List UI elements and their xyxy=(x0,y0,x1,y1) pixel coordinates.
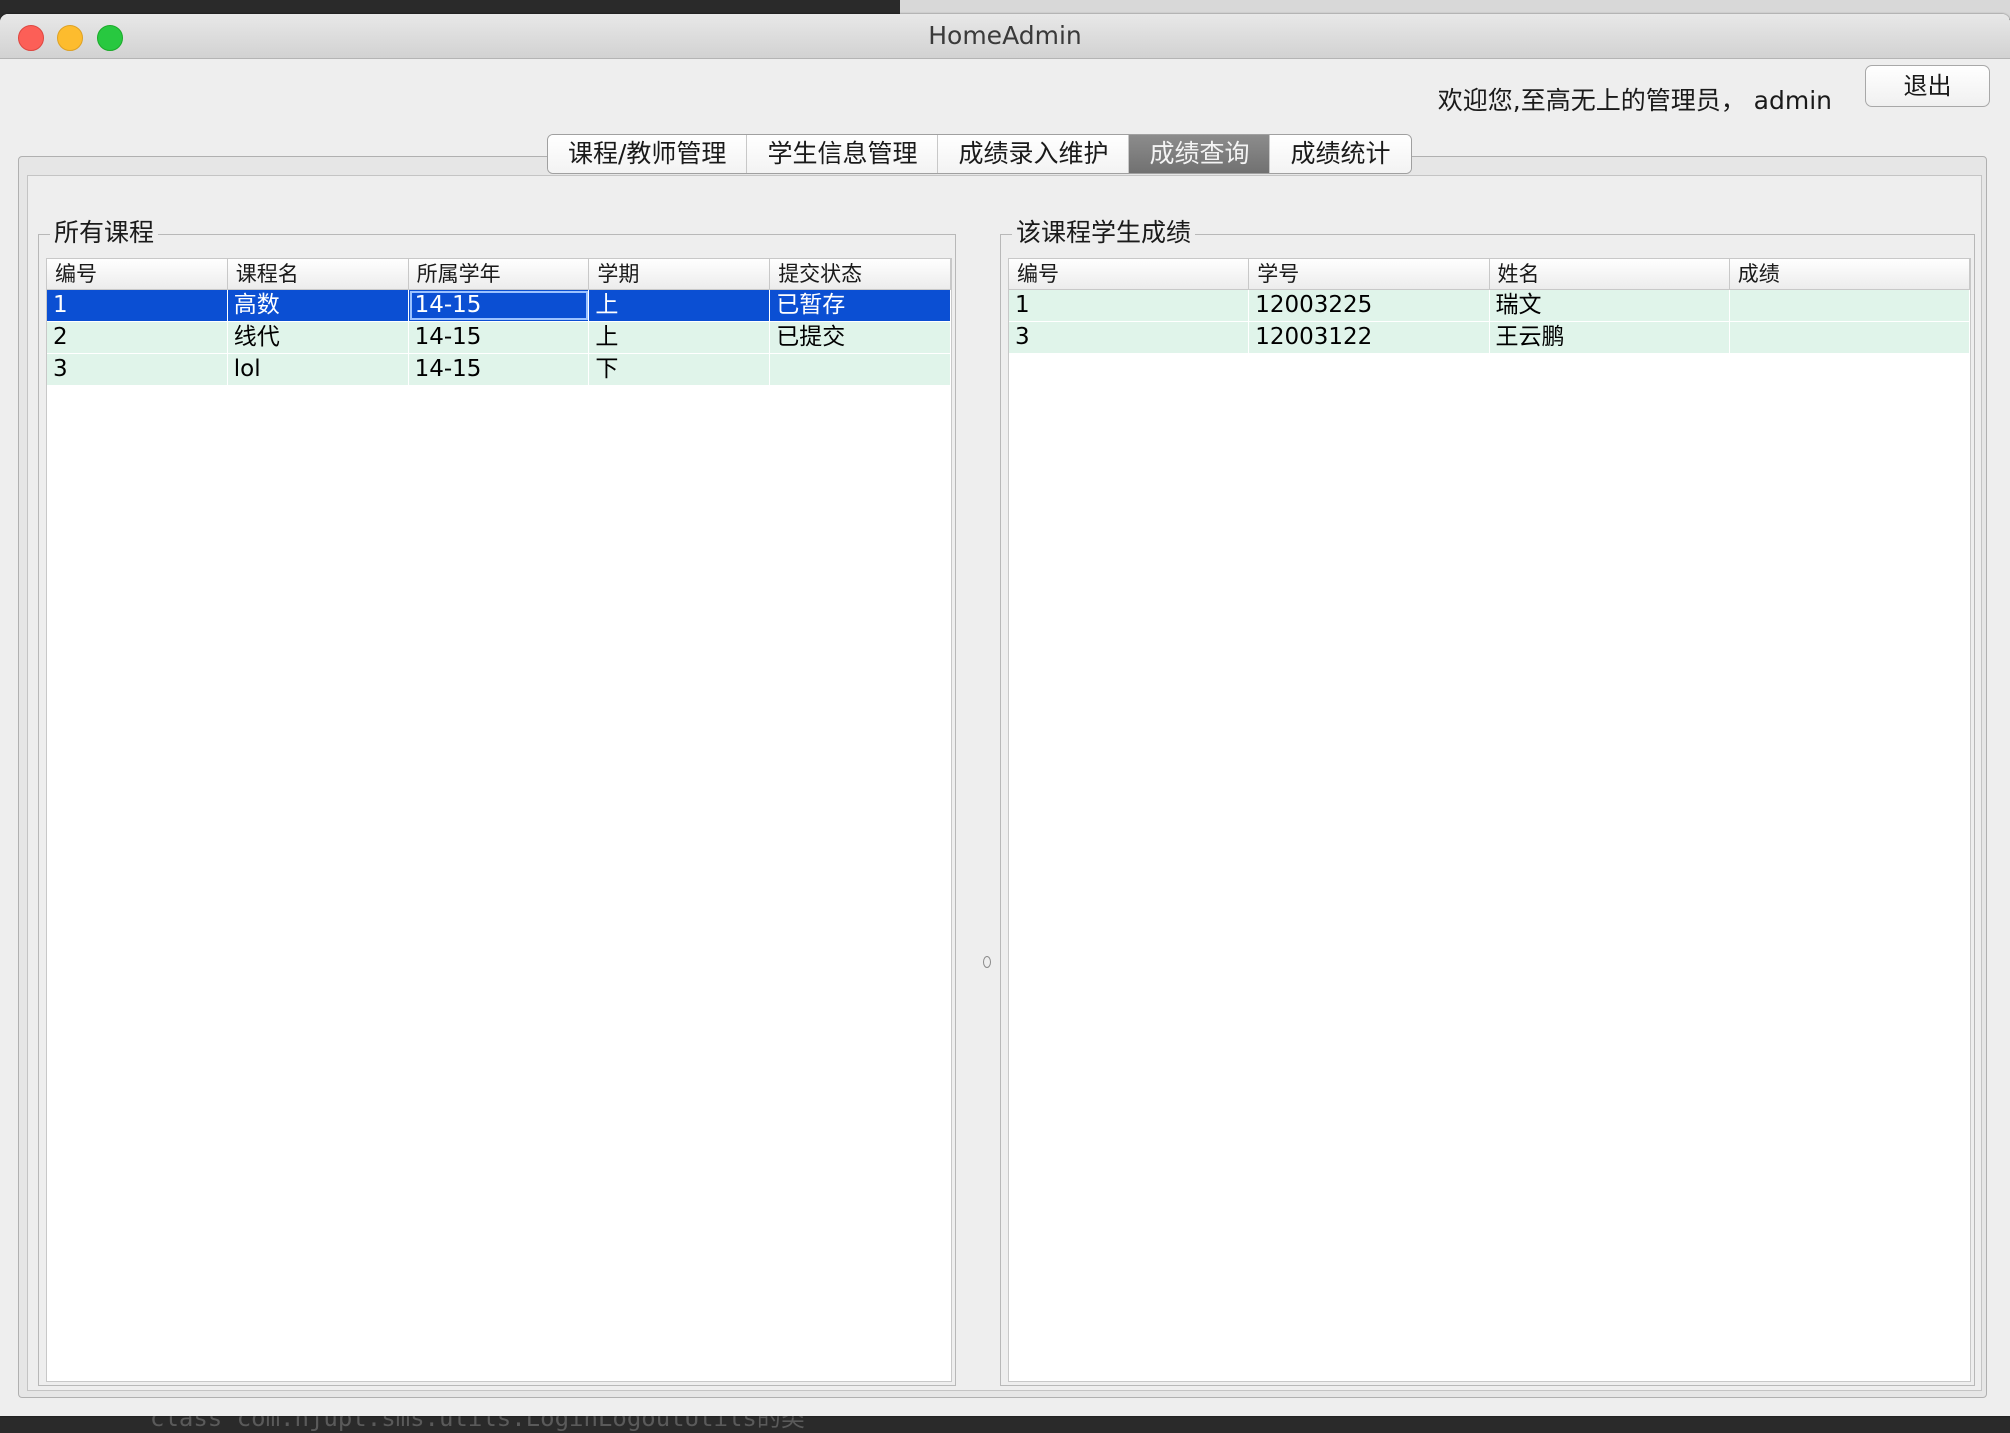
scores-column-header[interactable]: 学号 xyxy=(1249,259,1490,289)
tab-4[interactable]: 成绩统计 xyxy=(1270,135,1411,173)
tab-3[interactable]: 成绩查询 xyxy=(1129,135,1271,173)
table-cell[interactable]: 1 xyxy=(47,290,228,321)
home-admin-window: HomeAdmin 欢迎您,至高无上的管理员， admin 退出 所有课程 编号… xyxy=(0,14,2010,1416)
table-cell[interactable]: 2 xyxy=(47,322,228,353)
scores-table[interactable]: 编号 学号 姓名 成绩 1 12003225 瑞文 3 12003122 王云鹏 xyxy=(1008,258,1971,1382)
tab-2[interactable]: 成绩录入维护 xyxy=(938,135,1130,173)
tab-0[interactable]: 课程/教师管理 xyxy=(548,135,748,173)
main-tabs: 课程/教师管理 学生信息管理 成绩录入维护 成绩查询 成绩统计 xyxy=(547,134,1412,174)
scores-table-body: 1 12003225 瑞文 3 12003122 王云鹏 xyxy=(1009,290,1970,354)
table-cell[interactable]: lol xyxy=(228,354,409,385)
window-title: HomeAdmin xyxy=(928,21,1082,50)
table-cell[interactable]: 已暂存 xyxy=(770,290,951,321)
table-cell[interactable]: 上 xyxy=(589,290,771,321)
scores-column-header[interactable]: 编号 xyxy=(1009,259,1250,289)
all-courses-panel: 所有课程 编号 课程名 所属学年 学期 提交状态 1 高数 14-15 上已暂存 2 线代 14-1… xyxy=(38,218,956,1386)
course-scores-title: 该课程学生成绩 xyxy=(1012,218,1196,248)
table-cell[interactable] xyxy=(1730,290,1970,321)
table-cell[interactable]: 14-15 xyxy=(409,354,590,385)
courses-table-body: 1 高数 14-15 上已暂存 2 线代 14-15 上已提交 3 lol 14-15 下 xyxy=(47,290,951,386)
courses-column-header[interactable]: 编号 xyxy=(47,259,228,289)
table-cell[interactable] xyxy=(1730,322,1970,353)
courses-column-header[interactable]: 学期 xyxy=(589,259,771,289)
table-row[interactable]: 1 12003225 瑞文 xyxy=(1009,290,1970,322)
courses-table[interactable]: 编号 课程名 所属学年 学期 提交状态 1 高数 14-15 上已暂存 2 线代 14-15 上已提交… xyxy=(46,258,952,1382)
table-cell[interactable]: 3 xyxy=(1009,322,1250,353)
table-cell[interactable] xyxy=(770,354,951,385)
table-row[interactable]: 1 高数 14-15 上已暂存 xyxy=(47,290,951,322)
courses-column-header[interactable]: 课程名 xyxy=(228,259,409,289)
logout-button[interactable]: 退出 xyxy=(1865,65,1990,107)
table-cell[interactable]: 1 xyxy=(1009,290,1250,321)
scores-column-header[interactable]: 姓名 xyxy=(1490,259,1730,289)
courses-table-header: 编号 课程名 所属学年 学期 提交状态 xyxy=(47,259,951,290)
table-cell[interactable]: 3 xyxy=(47,354,228,385)
table-cell[interactable]: 14-15 xyxy=(409,290,590,321)
tab-content-frame: 所有课程 编号 课程名 所属学年 学期 提交状态 1 高数 14-15 上已暂存 2 线代 14-1… xyxy=(18,156,1987,1398)
tab-1[interactable]: 学生信息管理 xyxy=(747,135,939,173)
welcome-text: 欢迎您,至高无上的管理员， admin xyxy=(1437,86,1832,115)
course-scores-panel: 该课程学生成绩 编号 学号 姓名 成绩 1 12003225 瑞文 3 12003122 王云鹏 xyxy=(1000,218,1975,1386)
table-cell[interactable]: 12003122 xyxy=(1249,322,1490,353)
table-cell[interactable]: 王云鹏 xyxy=(1490,322,1730,353)
scores-table-header: 编号 学号 姓名 成绩 xyxy=(1009,259,1970,290)
table-cell[interactable]: 12003225 xyxy=(1249,290,1490,321)
title-bar[interactable]: HomeAdmin xyxy=(0,14,2010,59)
table-cell[interactable]: 下 xyxy=(589,354,771,385)
scores-column-header[interactable]: 成绩 xyxy=(1730,259,1970,289)
table-row[interactable]: 2 线代 14-15 上已提交 xyxy=(47,322,951,354)
table-cell[interactable]: 线代 xyxy=(228,322,409,353)
all-courses-title: 所有课程 xyxy=(50,218,159,248)
table-row[interactable]: 3 lol 14-15 下 xyxy=(47,354,951,386)
table-cell[interactable]: 瑞文 xyxy=(1490,290,1730,321)
table-cell[interactable]: 已提交 xyxy=(770,322,951,353)
split-divider-handle[interactable] xyxy=(983,956,991,968)
table-cell[interactable]: 上 xyxy=(589,322,771,353)
courses-column-header[interactable]: 所属学年 xyxy=(409,259,590,289)
courses-column-header[interactable]: 提交状态 xyxy=(770,259,951,289)
split-pane: 所有课程 编号 课程名 所属学年 学期 提交状态 1 高数 14-15 上已暂存 2 线代 14-1… xyxy=(27,175,1982,1391)
table-cell[interactable]: 14-15 xyxy=(409,322,590,353)
table-cell[interactable]: 高数 xyxy=(228,290,409,321)
table-row[interactable]: 3 12003122 王云鹏 xyxy=(1009,322,1970,354)
